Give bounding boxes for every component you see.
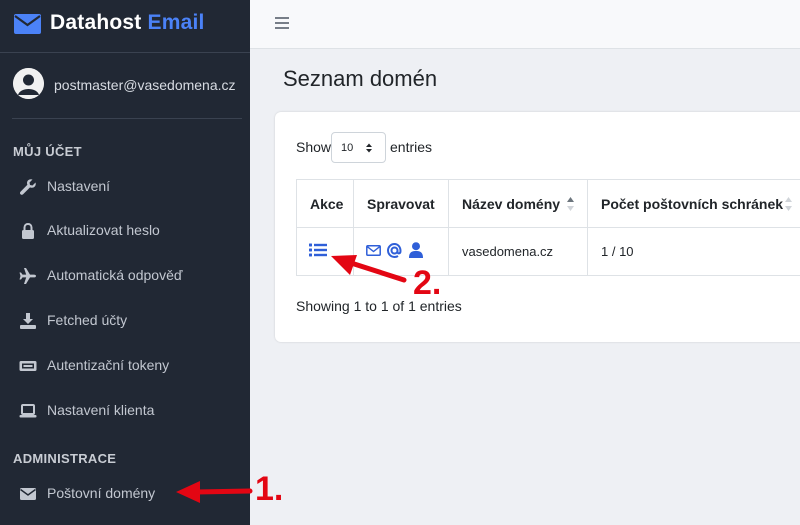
arrow-step-1 [176,481,253,503]
arrow-step-2 [331,255,407,283]
step-2-label: 2. [413,264,442,302]
step-1-label: 1. [255,470,284,508]
annotation-arrows [176,255,407,503]
